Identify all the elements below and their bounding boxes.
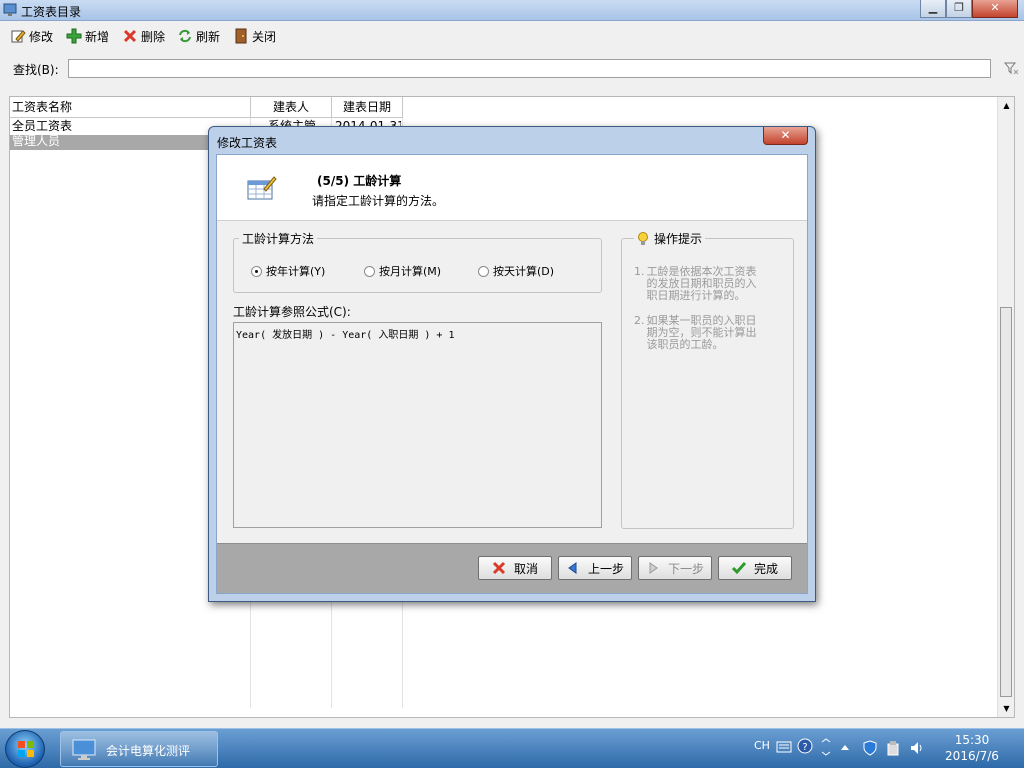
add-label: 新增 — [85, 29, 110, 44]
start-button[interactable] — [5, 730, 45, 768]
column-header-name[interactable]: 工资表名称 — [10, 97, 251, 118]
lightbulb-icon — [638, 231, 648, 245]
app-icon — [3, 3, 17, 16]
tips-group-header: 操作提示 — [634, 230, 706, 247]
dialog-footer: 取消 上一步 下一步 完成 — [217, 543, 807, 593]
radio-unselected-icon — [478, 265, 489, 277]
scroll-down-arrow-icon[interactable]: ▼ — [998, 700, 1015, 717]
windows-logo-icon — [18, 741, 34, 757]
dialog-title: 修改工资表 — [217, 136, 278, 150]
next-step-button[interactable]: 下一步 — [638, 556, 712, 580]
column-header-date[interactable]: 建表日期 — [332, 97, 403, 118]
add-button[interactable]: 新增 — [66, 27, 109, 45]
tip-item-2: 2. 如果某一职员的入职日 期为空，则不能计算出 该职员的工龄。 — [634, 315, 757, 351]
wizard-header: (5/5) 工龄计算 请指定工龄计算的方法。 — [217, 155, 807, 221]
taskbar-app-label: 会计电算化测评 — [106, 744, 191, 758]
wizard-step-description: 请指定工龄计算的方法。 — [312, 194, 445, 208]
tip-number: 2. — [634, 314, 645, 327]
search-row: 查找(B): — [0, 56, 1024, 82]
arrow-right-icon — [649, 562, 658, 574]
system-clock[interactable]: 15:30 2016/7/6 — [940, 732, 1004, 764]
dialog-close-button[interactable]: ✕ — [763, 127, 808, 145]
refresh-button[interactable]: 刷新 — [177, 27, 220, 45]
spreadsheet-edit-icon — [247, 176, 277, 200]
formula-textarea[interactable]: Year( 发放日期 ) - Year( 入职日期 ) + 1 — [233, 322, 602, 528]
delete-button[interactable]: 删除 — [122, 27, 165, 45]
clock-time: 15:30 — [954, 733, 990, 747]
plus-icon — [66, 28, 82, 44]
calc-method-group-title: 工龄计算方法 — [239, 230, 318, 247]
filter-icon[interactable] — [1003, 60, 1019, 76]
show-hidden-icons-icon[interactable] — [840, 743, 850, 751]
radio-by-day[interactable]: 按天计算(D) — [478, 263, 554, 279]
checkmark-icon — [731, 562, 746, 575]
formula-label: 工龄计算参照公式(C): — [233, 305, 351, 319]
cancel-icon — [492, 561, 506, 575]
taskbar: 会计电算化测评 CH ? 15:30 2016/7/6 — [0, 728, 1024, 768]
finish-label: 完成 — [753, 561, 778, 576]
cancel-label: 取消 — [513, 561, 538, 576]
volume-icon[interactable] — [909, 740, 925, 756]
delete-label: 删除 — [141, 29, 166, 44]
radio-by-year-label: 按年计算(Y) — [266, 265, 326, 278]
refresh-label: 刷新 — [196, 29, 221, 44]
dialog-body: (5/5) 工龄计算 请指定工龄计算的方法。 工龄计算方法 按年计算(Y) 按月… — [216, 154, 808, 594]
door-icon — [235, 28, 247, 44]
wizard-step-title: (5/5) 工龄计算 — [317, 174, 402, 188]
edit-label: 修改 — [29, 29, 54, 44]
delete-icon — [123, 29, 137, 43]
radio-by-month[interactable]: 按月计算(M) — [364, 263, 441, 279]
close-button[interactable]: 关闭 — [233, 27, 276, 45]
finish-button[interactable]: 完成 — [718, 556, 792, 580]
close-label: 关闭 — [252, 29, 277, 44]
tip-number: 1. — [634, 265, 645, 278]
taskbar-app-item[interactable]: 会计电算化测评 — [60, 731, 218, 767]
refresh-icon — [179, 29, 191, 43]
search-label: 查找(B): — [13, 63, 59, 77]
cancel-button[interactable]: 取消 — [478, 556, 552, 580]
edit-salary-dialog: 修改工资表 ✕ (5/5) 工龄计算 请指定工龄计算的方法。 工龄计算方法 按年… — [208, 126, 816, 602]
edit-icon — [11, 30, 26, 43]
window-title: 工资表目录 — [21, 5, 82, 19]
removable-device-icon[interactable] — [886, 740, 900, 756]
scroll-thumb[interactable] — [1000, 307, 1012, 697]
tips-group: 操作提示 1. 工龄是依据本次工资表 的发放日期和职员的入 职日期进行计算的。 … — [621, 230, 794, 529]
column-header-creator[interactable]: 建表人 — [251, 97, 332, 118]
svg-text:?: ? — [802, 742, 807, 753]
tip-item-1: 1. 工龄是依据本次工资表 的发放日期和职员的入 职日期进行计算的。 — [634, 266, 757, 302]
edit-button[interactable]: 修改 — [10, 27, 53, 45]
radio-unselected-icon — [364, 265, 375, 277]
scroll-up-arrow-icon[interactable]: ▲ — [998, 97, 1015, 114]
search-input[interactable] — [68, 59, 991, 78]
monitor-icon — [72, 739, 96, 760]
radio-selected-icon — [251, 265, 262, 277]
close-window-button[interactable]: ✕ — [972, 0, 1018, 18]
previous-step-button[interactable]: 上一步 — [558, 556, 632, 580]
arrow-left-icon — [568, 562, 577, 574]
tip-text-line: 该职员的工龄。 — [646, 338, 724, 351]
window-titlebar: 工资表目录 ▁ ❐ ✕ — [0, 0, 1024, 21]
options-arrows-icon[interactable] — [820, 738, 832, 756]
next-step-label: 下一步 — [667, 561, 704, 576]
previous-step-label: 上一步 — [587, 561, 624, 576]
minimize-button[interactable]: ▁ — [920, 0, 946, 18]
radio-by-day-label: 按天计算(D) — [493, 265, 555, 278]
help-icon[interactable]: ? — [797, 738, 813, 754]
shield-icon[interactable] — [862, 740, 878, 756]
tips-title: 操作提示 — [654, 232, 703, 246]
vertical-scrollbar[interactable]: ▲ ▼ — [997, 97, 1014, 717]
tip-text-line: 职日期进行计算的。 — [646, 289, 746, 302]
calc-method-group: 工龄计算方法 按年计算(Y) 按月计算(M) 按天计算(D) — [233, 230, 602, 293]
radio-by-month-label: 按月计算(M) — [379, 265, 442, 278]
toolbar: 修改 新增 删除 刷新 关闭 — [0, 22, 1024, 50]
maximize-button[interactable]: ❐ — [946, 0, 972, 18]
radio-by-year[interactable]: 按年计算(Y) — [251, 263, 325, 279]
keyboard-icon[interactable] — [776, 741, 792, 753]
language-indicator[interactable]: CH — [754, 739, 770, 752]
clock-date: 2016/7/6 — [945, 749, 999, 763]
